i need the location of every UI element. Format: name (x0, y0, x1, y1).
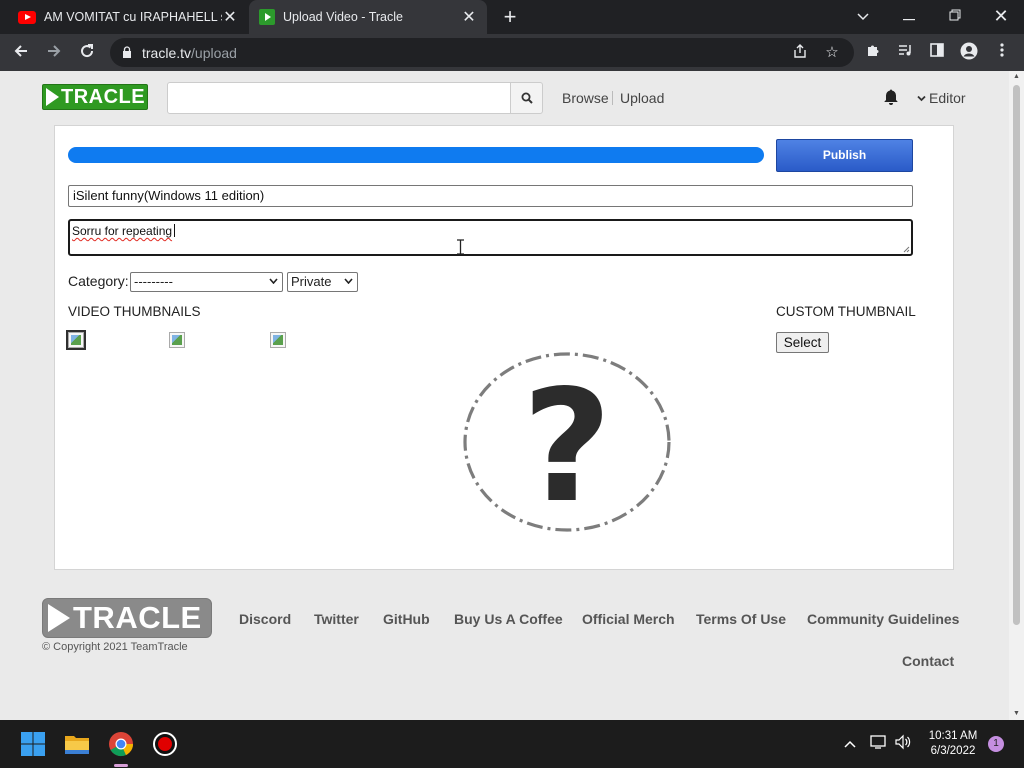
show-hidden-icons-icon[interactable] (840, 734, 860, 754)
new-tab-icon[interactable]: + (498, 4, 522, 30)
volume-icon[interactable] (893, 734, 913, 754)
close-window-icon[interactable]: ✕ (978, 0, 1024, 34)
privacy-select-value: Private (291, 274, 332, 289)
nav-browse-link[interactable]: Browse (562, 90, 609, 106)
thumbnail-placeholder-icon: ? (463, 352, 671, 534)
category-select-value: --------- (134, 274, 173, 289)
footer-link-buy-coffee[interactable]: Buy Us A Coffee (454, 611, 563, 627)
tab-search-icon[interactable] (840, 0, 886, 34)
scroll-up-icon[interactable]: ▲ (1009, 71, 1024, 83)
user-menu[interactable]: Editor (917, 90, 966, 106)
video-thumbnail-option[interactable] (169, 332, 185, 348)
side-panel-icon[interactable] (926, 42, 948, 64)
notifications-bell-icon[interactable] (883, 88, 899, 106)
footer-link-terms[interactable]: Terms Of Use (696, 611, 786, 627)
chevron-down-icon (344, 278, 353, 284)
file-explorer-icon[interactable] (61, 728, 93, 760)
clock-date: 6/3/2022 (930, 745, 976, 757)
url-text: tracle.tv/upload (142, 45, 237, 61)
minimize-icon[interactable] (886, 0, 932, 34)
select-thumbnail-button[interactable]: Select (776, 332, 829, 353)
category-select[interactable]: --------- (130, 272, 283, 292)
system-clock[interactable]: 10:31 AM 6/3/2022 (920, 729, 986, 759)
notification-badge[interactable]: 1 (988, 736, 1004, 752)
page-viewport: TRACLE Browse Upload Editor Publish iSil… (0, 71, 1009, 720)
broken-image-icon (172, 335, 182, 345)
resize-handle-icon[interactable] (902, 245, 910, 253)
media-control-icon[interactable] (894, 42, 916, 64)
address-bar[interactable]: tracle.tv/upload ☆ (110, 38, 854, 67)
play-logo-icon (48, 604, 70, 632)
chevron-down-icon (917, 95, 926, 102)
chrome-icon[interactable] (105, 728, 137, 760)
footer-link-merch[interactable]: Official Merch (582, 611, 675, 627)
tab-youtube[interactable]: AM VOMITAT cu IRAPHAHELL si l ✕ (8, 0, 248, 34)
close-tab-icon[interactable]: ✕ (461, 7, 477, 27)
user-menu-label: Editor (929, 90, 966, 106)
broken-image-icon (273, 335, 283, 345)
nav-divider (612, 91, 613, 105)
privacy-select[interactable]: Private (287, 272, 358, 292)
play-logo-icon (46, 88, 59, 106)
text-cursor-icon (457, 239, 464, 255)
browser-toolbar: tracle.tv/upload ☆ (0, 34, 1024, 71)
category-label: Category: (68, 273, 129, 289)
youtube-icon (18, 10, 36, 24)
close-tab-icon[interactable]: ✕ (222, 7, 238, 27)
forward-icon[interactable] (41, 40, 67, 66)
footer-link-discord[interactable]: Discord (239, 611, 291, 627)
profile-icon[interactable] (958, 42, 980, 64)
scroll-down-icon[interactable]: ▼ (1009, 708, 1024, 720)
logo-text: TRACLE (61, 86, 146, 108)
broken-image-icon (71, 335, 81, 345)
tracle-favicon-icon (259, 9, 275, 25)
video-title-input[interactable]: iSilent funny(Windows 11 edition) (68, 185, 913, 207)
search-icon (521, 92, 533, 104)
video-description-textarea[interactable]: Sorru for repeating (68, 219, 913, 256)
footer-link-contact[interactable]: Contact (902, 653, 954, 669)
page-scrollbar[interactable]: ▲ ▼ (1009, 71, 1024, 720)
taskbar: 10:31 AM 6/3/2022 1 (0, 720, 1024, 768)
tab-title: AM VOMITAT cu IRAPHAHELL si l (44, 10, 222, 24)
upload-panel: Publish iSilent funny(Windows 11 edition… (54, 125, 954, 570)
clock-time: 10:31 AM (928, 730, 978, 742)
scroll-thumb[interactable] (1013, 85, 1020, 625)
nav-upload-link[interactable]: Upload (620, 90, 664, 106)
lock-icon (123, 46, 131, 58)
windows-start-icon[interactable] (17, 728, 49, 760)
video-thumbnail-option[interactable] (270, 332, 286, 348)
custom-thumbnail-heading: CUSTOM THUMBNAIL (776, 304, 916, 319)
svg-text:?: ? (522, 356, 612, 534)
footer-link-twitter[interactable]: Twitter (314, 611, 359, 627)
tab-title: Upload Video - Tracle (283, 10, 403, 24)
extensions-icon[interactable] (862, 42, 884, 64)
tab-upload-video[interactable]: Upload Video - Tracle ✕ (249, 0, 487, 34)
footer-link-guidelines[interactable]: Community Guidelines (807, 611, 959, 627)
search-input[interactable] (167, 82, 511, 114)
footer-logo-text: TRACLE (73, 600, 202, 635)
footer-link-github[interactable]: GitHub (383, 611, 430, 627)
bookmark-star-icon[interactable]: ☆ (822, 43, 842, 63)
footer-logo[interactable]: TRACLE (42, 598, 212, 638)
network-icon[interactable] (868, 734, 888, 754)
video-thumbnail-option[interactable] (68, 332, 84, 348)
share-icon[interactable] (790, 43, 810, 63)
chevron-down-icon (269, 278, 278, 284)
back-icon[interactable] (8, 40, 34, 66)
reload-icon[interactable] (74, 40, 100, 66)
menu-kebab-icon[interactable] (991, 42, 1013, 64)
description-text: Sorru for repeating (72, 224, 173, 238)
site-logo[interactable]: TRACLE (42, 84, 148, 110)
browser-tab-bar: AM VOMITAT cu IRAPHAHELL si l ✕ Upload V… (0, 0, 1024, 34)
copyright-text: © Copyright 2021 TeamTracle (42, 641, 188, 653)
publish-button[interactable]: Publish (776, 139, 913, 172)
text-caret (174, 224, 176, 237)
active-app-indicator (114, 764, 128, 767)
restore-icon[interactable] (932, 0, 978, 34)
search-button[interactable] (510, 82, 543, 114)
video-thumbnails-heading: VIDEO THUMBNAILS (68, 304, 201, 319)
screen-recorder-icon[interactable] (149, 728, 181, 760)
upload-progress-bar (68, 147, 764, 163)
